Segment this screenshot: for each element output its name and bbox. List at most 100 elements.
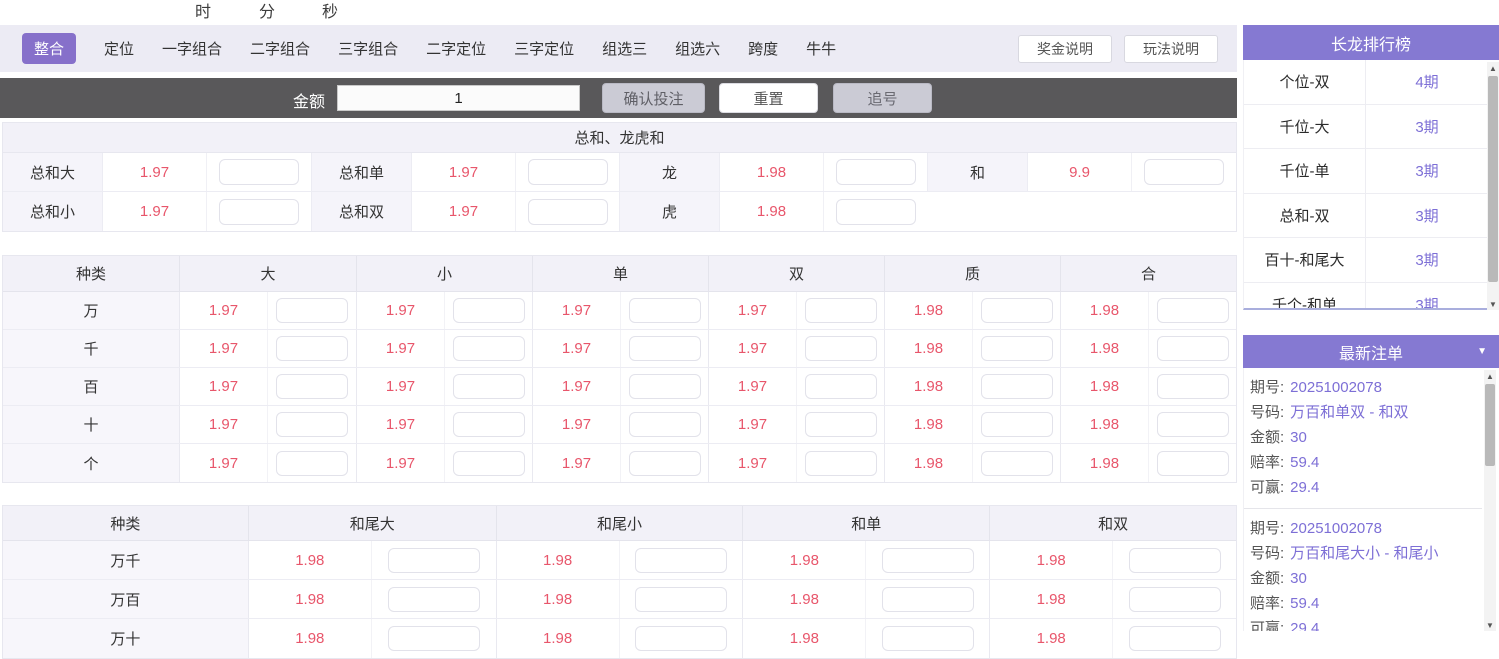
scroll-up-icon[interactable]: ▲ xyxy=(1487,62,1499,74)
odds-value[interactable]: 1.97 xyxy=(709,444,797,482)
odds-value[interactable]: 1.97 xyxy=(357,444,445,482)
odds-value[interactable]: 1.97 xyxy=(180,368,268,405)
bet-input[interactable] xyxy=(628,374,701,399)
bet-input[interactable] xyxy=(1156,450,1229,476)
bet-input[interactable] xyxy=(980,298,1053,323)
odds-value[interactable]: 1.98 xyxy=(990,619,1114,658)
odds-value[interactable]: 1.98 xyxy=(249,541,372,579)
bet-input[interactable] xyxy=(1156,374,1229,399)
list-item[interactable]: 个位-双 4期 xyxy=(1244,60,1488,105)
bet-input[interactable] xyxy=(387,547,480,573)
list-item[interactable]: 总和-双 3期 xyxy=(1244,193,1488,238)
scroll-up-icon[interactable]: ▲ xyxy=(1484,370,1496,382)
odds-value[interactable]: 1.97 xyxy=(709,292,797,329)
bet-input[interactable] xyxy=(1156,412,1229,437)
bet-input[interactable] xyxy=(452,412,525,437)
odds-value[interactable]: 1.98 xyxy=(885,444,973,482)
tab-kuadu[interactable]: 跨度 xyxy=(748,38,778,59)
bet-input[interactable] xyxy=(881,586,974,612)
odds-value[interactable]: 1.97 xyxy=(709,330,797,367)
odds-value[interactable]: 1.97 xyxy=(180,444,268,482)
orders-scrollbar[interactable]: ▲ ▼ xyxy=(1484,370,1496,631)
bet-input[interactable] xyxy=(835,159,916,185)
odds-value[interactable]: 1.98 xyxy=(249,619,372,658)
bet-input[interactable] xyxy=(804,374,877,399)
bet-input[interactable] xyxy=(804,450,877,476)
bet-input[interactable] xyxy=(628,450,701,476)
bet-input[interactable] xyxy=(276,450,348,476)
bet-input[interactable] xyxy=(634,547,727,573)
odds-value[interactable]: 1.97 xyxy=(357,406,445,443)
bet-input[interactable] xyxy=(527,159,608,185)
bet-input[interactable] xyxy=(276,298,348,323)
odds-value[interactable]: 1.98 xyxy=(743,619,867,658)
odds-value[interactable]: 1.98 xyxy=(1061,330,1149,367)
bonus-info-button[interactable]: 奖金说明 xyxy=(1018,35,1112,63)
list-item[interactable]: 期号: 20251002078 号码: 万百和尾大小 - 和尾小 金额: 30 赔率:… xyxy=(1244,508,1482,631)
bet-input[interactable] xyxy=(276,336,348,361)
odds-value[interactable]: 1.97 xyxy=(357,330,445,367)
bet-input[interactable] xyxy=(804,298,877,323)
bet-input[interactable] xyxy=(1128,626,1221,651)
bet-input[interactable] xyxy=(1128,586,1221,612)
bet-input[interactable] xyxy=(980,450,1053,476)
list-item[interactable]: 千位-大 3期 xyxy=(1244,104,1488,149)
bet-input[interactable] xyxy=(387,626,480,651)
tab-zhenghe[interactable]: 整合 xyxy=(22,33,77,64)
bet-input[interactable] xyxy=(881,547,974,573)
bet-input[interactable] xyxy=(980,336,1053,361)
odds-value[interactable]: 1.98 xyxy=(497,541,620,579)
odds-value[interactable]: 1.97 xyxy=(103,192,207,231)
odds-value[interactable]: 1.97 xyxy=(180,406,268,443)
tab-sanzi-dingwei[interactable]: 三字定位 xyxy=(514,38,574,59)
bet-input[interactable] xyxy=(1128,547,1221,573)
bet-input[interactable] xyxy=(628,336,701,361)
tab-dingwei[interactable]: 定位 xyxy=(104,38,134,59)
odds-value[interactable]: 1.97 xyxy=(709,406,797,443)
odds-value[interactable]: 1.98 xyxy=(249,580,372,618)
odds-value[interactable]: 1.97 xyxy=(357,368,445,405)
bet-input[interactable] xyxy=(452,298,525,323)
odds-value[interactable]: 1.98 xyxy=(885,330,973,367)
reset-button[interactable]: 重置 xyxy=(719,83,818,113)
odds-value[interactable]: 1.97 xyxy=(533,444,621,482)
odds-value[interactable]: 1.97 xyxy=(412,153,516,191)
tab-sanzi-zuhe[interactable]: 三字组合 xyxy=(338,38,398,59)
bet-input[interactable] xyxy=(1143,159,1224,185)
bet-input[interactable] xyxy=(804,412,877,437)
tab-niuniu[interactable]: 牛牛 xyxy=(806,38,836,59)
bet-input[interactable] xyxy=(527,198,608,225)
odds-value[interactable]: 1.98 xyxy=(1061,406,1149,443)
odds-value[interactable]: 1.98 xyxy=(885,292,973,329)
odds-value[interactable]: 1.98 xyxy=(497,619,620,658)
bet-input[interactable] xyxy=(219,159,299,185)
bet-input[interactable] xyxy=(276,412,348,437)
odds-value[interactable]: 1.97 xyxy=(180,292,268,329)
amount-input[interactable] xyxy=(337,85,580,111)
odds-value[interactable]: 1.98 xyxy=(720,153,824,191)
odds-value[interactable]: 1.97 xyxy=(412,192,516,231)
tab-zuxuan-liu[interactable]: 组选六 xyxy=(675,38,720,59)
odds-value[interactable]: 1.97 xyxy=(180,330,268,367)
bet-input[interactable] xyxy=(387,586,480,612)
odds-value[interactable]: 1.98 xyxy=(1061,444,1149,482)
odds-value[interactable]: 1.98 xyxy=(885,406,973,443)
scrollbar-thumb[interactable] xyxy=(1488,76,1498,282)
confirm-bet-button[interactable]: 确认投注 xyxy=(602,83,705,113)
bet-input[interactable] xyxy=(1156,336,1229,361)
tab-erzi-dingwei[interactable]: 二字定位 xyxy=(426,38,486,59)
scroll-down-icon[interactable]: ▼ xyxy=(1484,619,1496,631)
odds-value[interactable]: 1.97 xyxy=(533,330,621,367)
scrollbar-thumb[interactable] xyxy=(1485,384,1495,466)
odds-value[interactable]: 1.97 xyxy=(533,406,621,443)
odds-value[interactable]: 1.98 xyxy=(885,368,973,405)
list-item[interactable]: 千位-单 3期 xyxy=(1244,149,1488,194)
odds-value[interactable]: 1.97 xyxy=(357,292,445,329)
odds-value[interactable]: 1.98 xyxy=(990,580,1114,618)
tab-erzi-zuhe[interactable]: 二字组合 xyxy=(250,38,310,59)
odds-value[interactable]: 1.98 xyxy=(990,541,1114,579)
bet-input[interactable] xyxy=(804,336,877,361)
bet-input[interactable] xyxy=(452,450,525,476)
chase-number-button[interactable]: 追号 xyxy=(833,83,932,113)
chevron-down-icon[interactable]: ▼ xyxy=(1477,346,1487,357)
